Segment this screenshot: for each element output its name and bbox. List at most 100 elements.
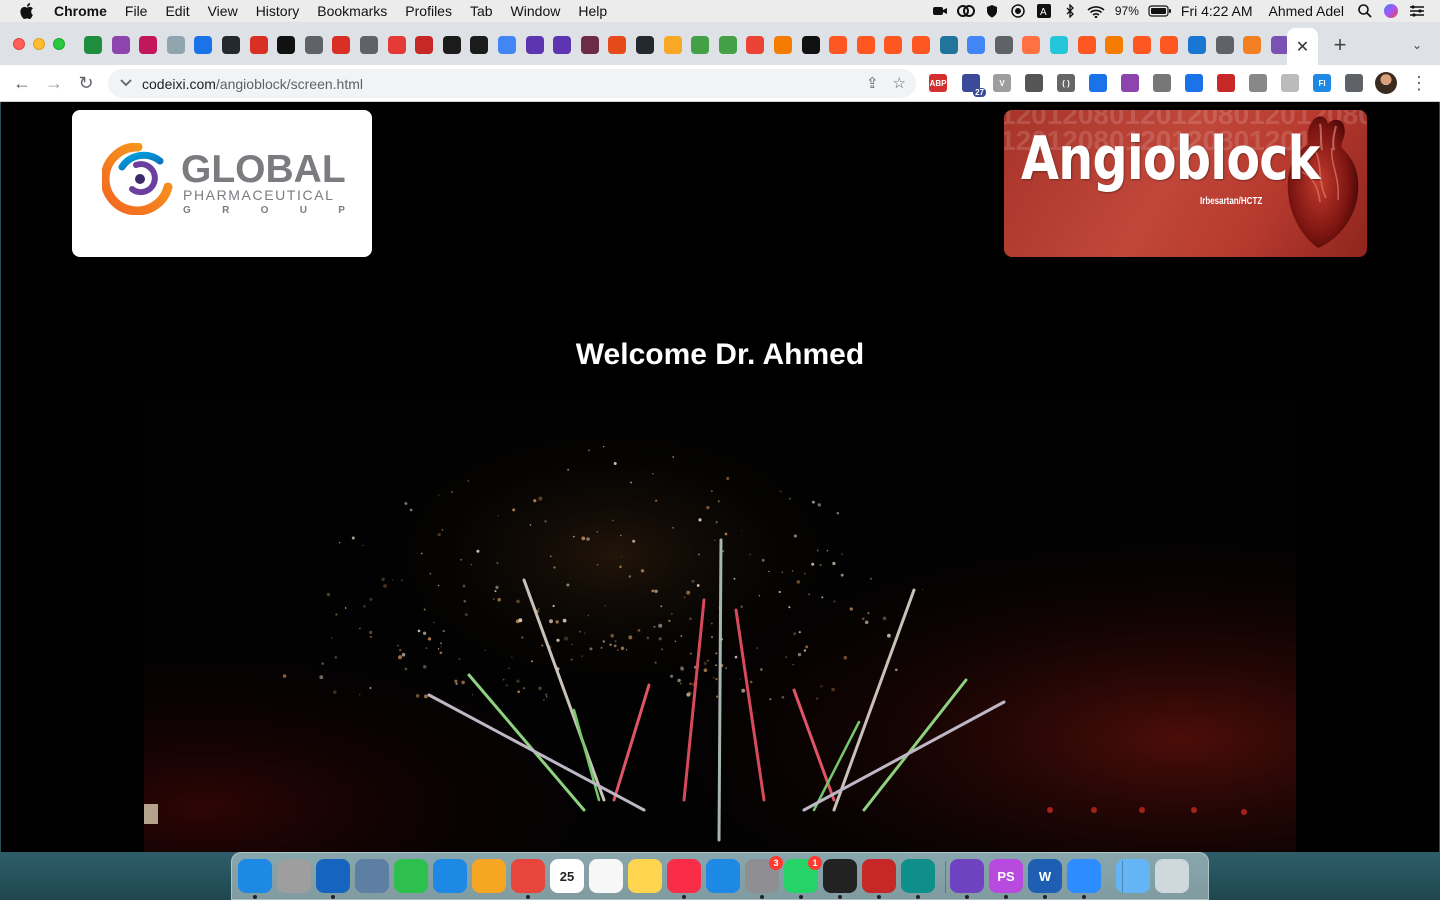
control-center-icon[interactable] [1404, 0, 1430, 22]
clock[interactable]: Fri 4:22 AM [1173, 3, 1261, 19]
link-icon[interactable] [829, 36, 848, 54]
fireworks-video[interactable] [144, 400, 1296, 852]
screen-capture-icon[interactable] [1185, 74, 1203, 92]
globe-icon[interactable] [994, 36, 1013, 54]
google-icon[interactable] [967, 36, 986, 54]
close-window-button[interactable] [13, 38, 25, 50]
profile-avatar[interactable] [1375, 72, 1397, 94]
feather-icon[interactable] [1121, 74, 1139, 92]
back-button[interactable]: ← [10, 71, 34, 95]
link-icon[interactable] [1132, 36, 1151, 54]
system-preferences-icon[interactable]: 3 [745, 856, 783, 893]
launchpad-icon[interactable] [277, 859, 311, 893]
adblock-plus-icon[interactable]: ABP [929, 74, 947, 92]
siri-icon[interactable] [1378, 0, 1404, 22]
menu-window[interactable]: Window [502, 3, 570, 19]
puzzle-icon[interactable] [1345, 74, 1363, 92]
photos-icon[interactable] [472, 859, 506, 893]
info-icon[interactable] [111, 36, 130, 54]
menu-help[interactable]: Help [569, 3, 616, 19]
medium-icon[interactable] [139, 36, 158, 54]
music-icon[interactable] [667, 859, 701, 893]
google-sheets-icon[interactable] [84, 36, 102, 54]
gmail-icon[interactable] [746, 36, 765, 54]
camera-icon[interactable] [608, 36, 627, 54]
wordpress-icon[interactable] [939, 36, 958, 54]
link-icon[interactable] [856, 36, 875, 54]
eyedropper-icon[interactable] [1025, 74, 1043, 92]
graduation-icon[interactable]: 27 [962, 74, 986, 97]
menu-bookmarks[interactable]: Bookmarks [308, 3, 396, 19]
phpstorm-icon[interactable]: PS [989, 859, 1023, 893]
database-icon[interactable] [862, 859, 896, 893]
zoom-window-button[interactable] [53, 38, 65, 50]
share-icon[interactable]: ⇪ [866, 74, 879, 92]
whatsapp-icon[interactable]: 1 [784, 856, 822, 893]
dark-circle-icon[interactable] [442, 36, 461, 54]
finder-icon[interactable] [238, 859, 272, 893]
code-icon[interactable]: ( ) [1057, 74, 1075, 92]
notes-icon[interactable] [628, 859, 662, 893]
grid-icon[interactable] [1281, 74, 1299, 92]
reminders-icon[interactable] [589, 859, 623, 893]
ruler-icon[interactable] [1089, 74, 1107, 92]
file-icon[interactable] [774, 36, 792, 54]
edge-icon[interactable] [901, 859, 935, 893]
link-icon[interactable] [912, 36, 930, 54]
facetime-icon[interactable] [394, 859, 428, 893]
creative-cloud-icon[interactable] [953, 0, 979, 22]
tab-search-button[interactable]: ⌄ [1408, 38, 1426, 54]
menu-edit[interactable]: Edit [156, 3, 198, 19]
site-info-icon[interactable] [116, 78, 136, 90]
preview-icon[interactable] [355, 859, 389, 893]
battery-icon[interactable] [1147, 0, 1173, 22]
we-icon[interactable] [801, 36, 820, 54]
stack-icon[interactable] [1243, 36, 1262, 54]
cloud-link-icon[interactable] [1153, 74, 1171, 92]
lightning-icon[interactable] [691, 36, 710, 54]
keynote-icon[interactable] [706, 859, 740, 893]
zoom-icon[interactable] [1067, 859, 1101, 893]
coin-icon[interactable] [663, 36, 682, 54]
apple-icon[interactable] [20, 3, 36, 19]
new-tab-button[interactable]: + [1330, 34, 1350, 56]
lightning-icon[interactable] [718, 36, 737, 54]
menu-app-chrome[interactable]: Chrome [48, 3, 116, 19]
puzzle-icon[interactable] [580, 36, 599, 54]
we-icon[interactable] [277, 36, 296, 54]
menu-file[interactable]: File [116, 3, 157, 19]
bluetooth-icon[interactable] [1057, 0, 1083, 22]
github-icon[interactable] [222, 36, 240, 54]
tab-active[interactable]: ✕ [1287, 28, 1318, 65]
pdf-icon[interactable] [332, 36, 351, 54]
globe-icon[interactable] [304, 36, 323, 54]
camera-icon[interactable] [927, 0, 953, 22]
link-icon[interactable] [1077, 36, 1096, 54]
flame-icon[interactable] [1022, 36, 1041, 54]
menu-profiles[interactable]: Profiles [396, 3, 461, 19]
forms-icon[interactable] [553, 36, 572, 54]
user-name[interactable]: Ahmed Adel [1261, 3, 1353, 19]
vue-devtools-icon[interactable]: V [993, 74, 1011, 92]
messages-icon[interactable] [433, 859, 467, 893]
text-input-icon[interactable]: A [1031, 0, 1057, 22]
globe-icon[interactable] [1215, 36, 1234, 54]
record-icon[interactable] [1005, 0, 1031, 22]
calendar-icon[interactable]: 25 [550, 859, 584, 893]
swirl-icon[interactable] [1050, 36, 1068, 54]
link-icon[interactable] [1160, 36, 1179, 54]
bookmark-star-icon[interactable]: ☆ [893, 74, 906, 92]
google-icon[interactable] [498, 36, 516, 54]
chrome-menu-icon[interactable]: ⋮ [1410, 73, 1428, 94]
github-icon[interactable] [636, 36, 654, 54]
menu-history[interactable]: History [247, 3, 309, 19]
safari-icon[interactable] [316, 859, 350, 893]
search-icon[interactable] [1352, 0, 1378, 22]
cloud-icon[interactable] [1249, 74, 1267, 92]
menu-view[interactable]: View [199, 3, 247, 19]
chrome-icon[interactable] [511, 859, 545, 893]
docs-icon[interactable] [194, 36, 213, 54]
github-desktop-icon[interactable] [950, 859, 984, 893]
acrobat-icon[interactable] [1217, 74, 1235, 92]
globe-icon[interactable] [360, 36, 378, 54]
